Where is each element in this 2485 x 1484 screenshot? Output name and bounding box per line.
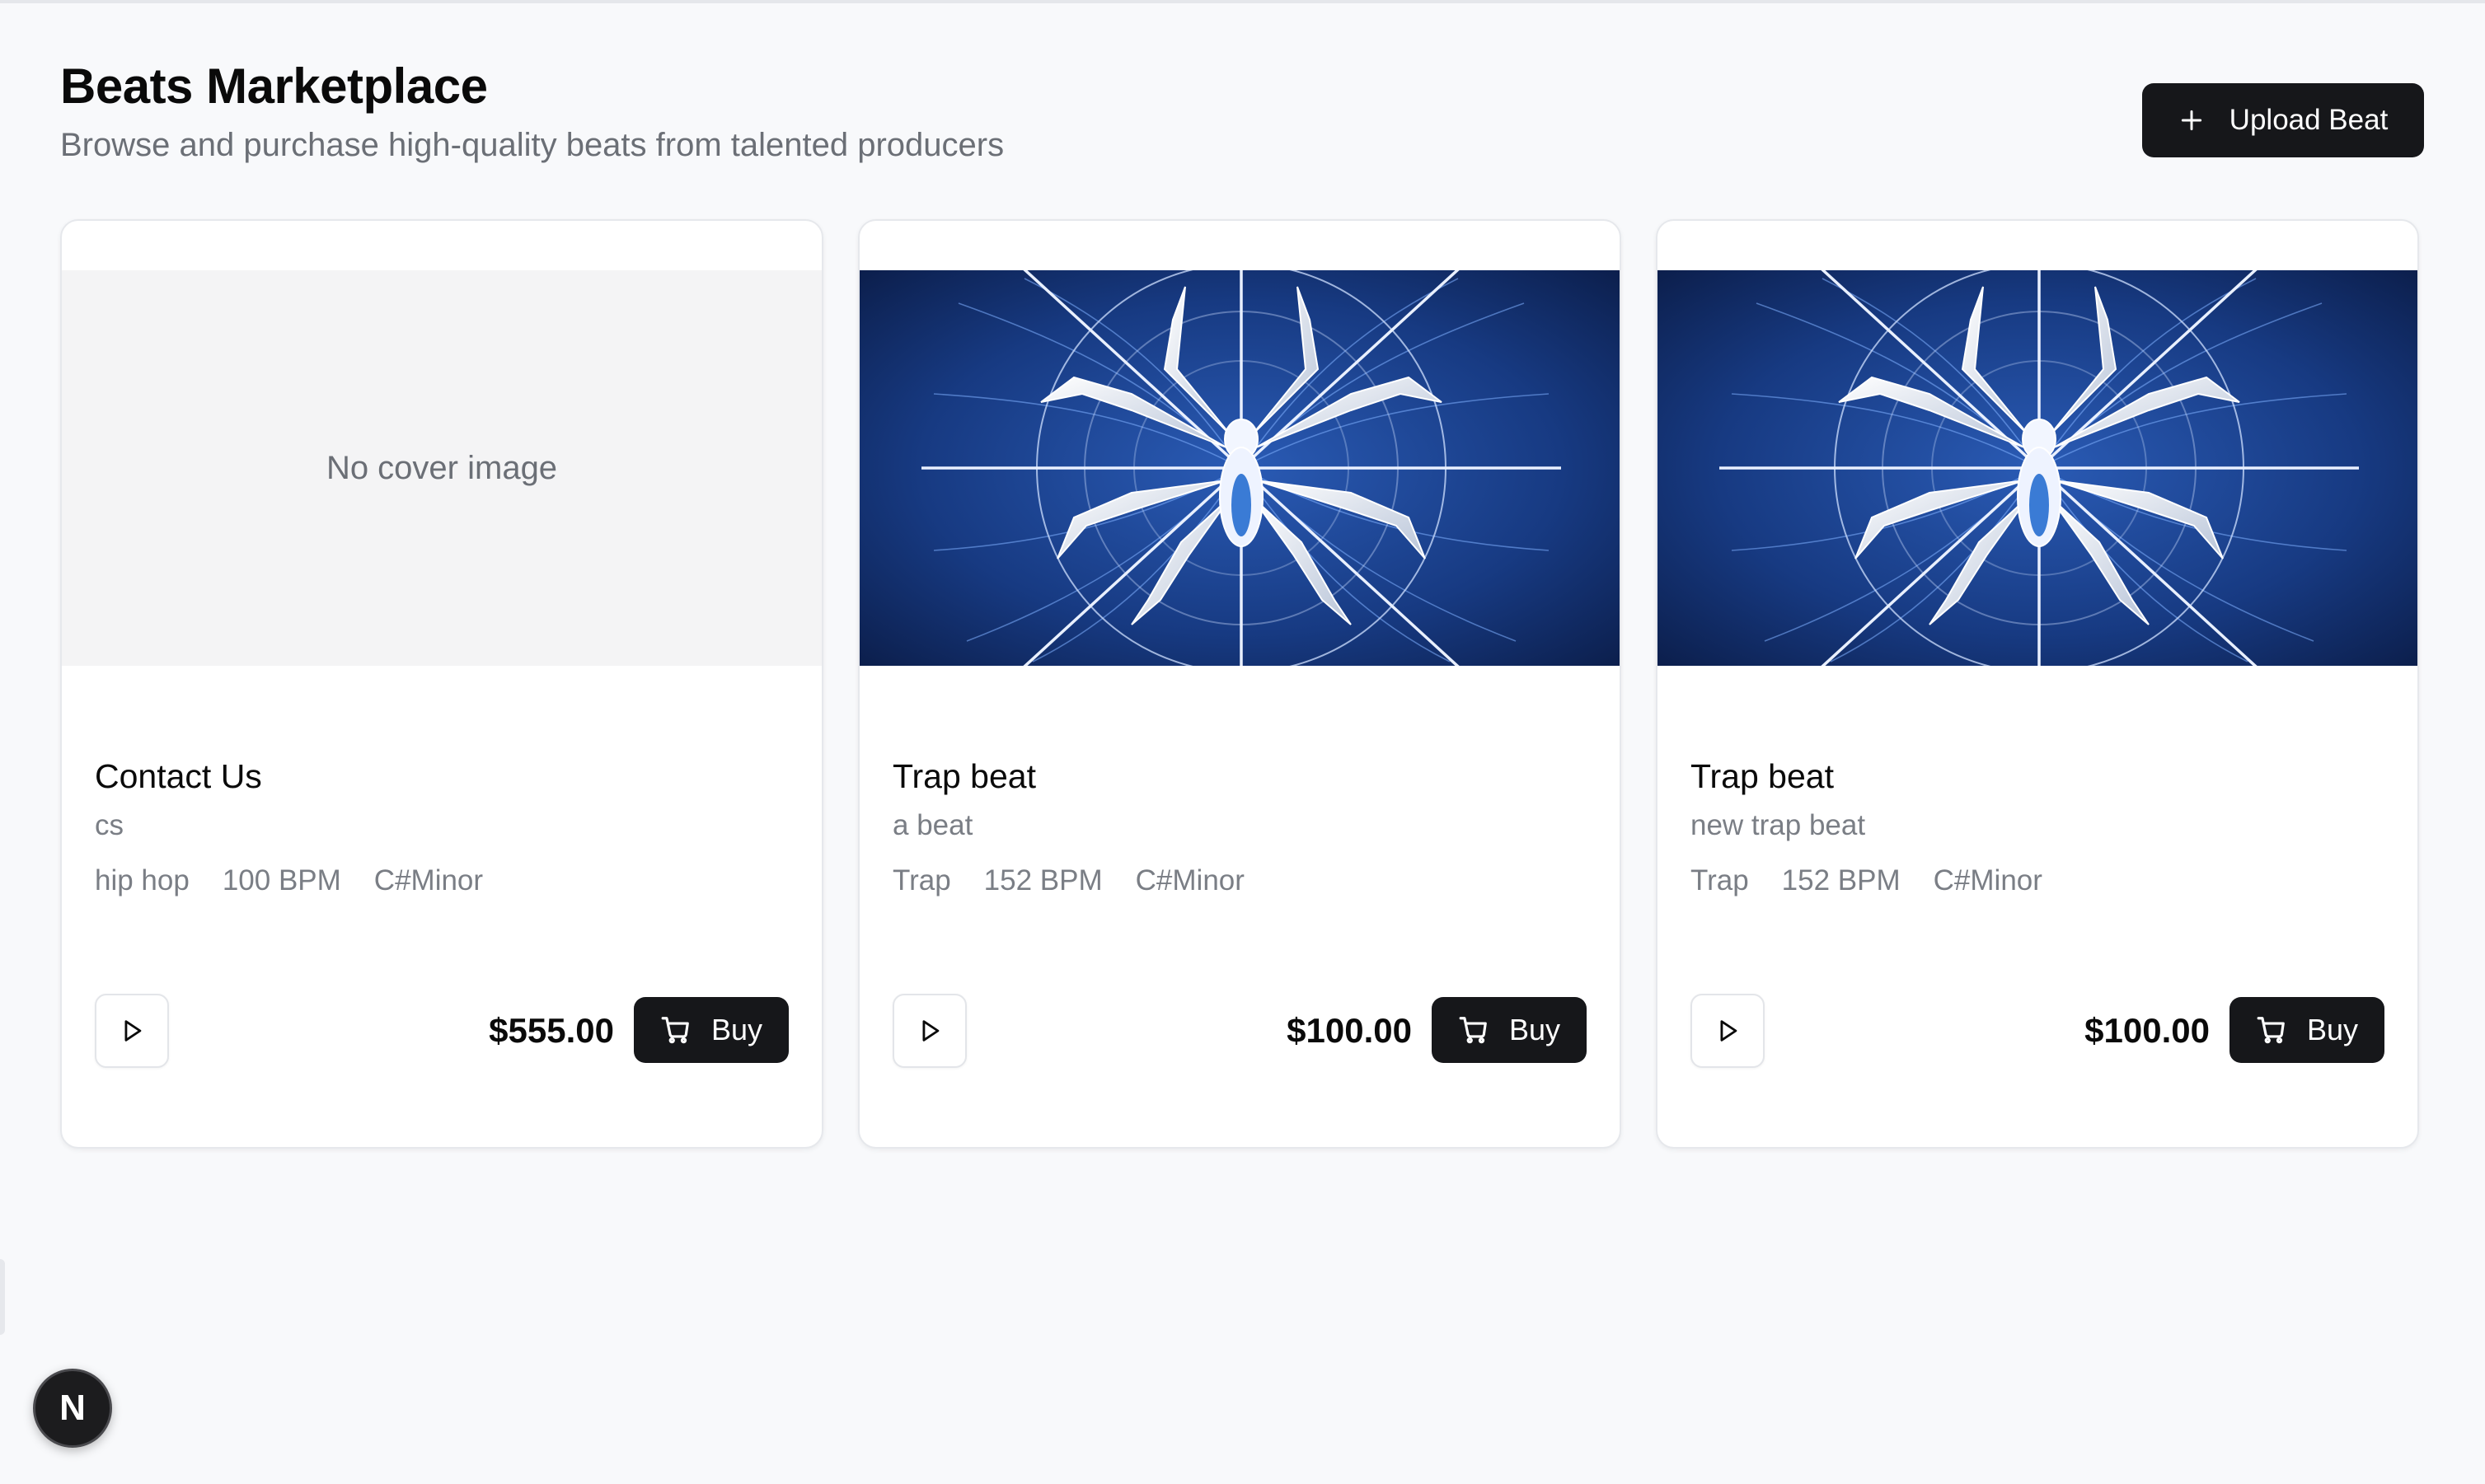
play-icon (1720, 1020, 1737, 1042)
cover-image (1657, 270, 2417, 666)
upload-beat-button[interactable]: Upload Beat (2142, 83, 2424, 157)
beat-bpm: 100 BPM (222, 864, 341, 897)
spider-web-artwork (1657, 270, 2417, 666)
cover-image (860, 270, 1620, 666)
card-body: Trap beat new trap beat Trap 152 BPM C#M… (1690, 756, 2384, 897)
beat-key: C#Minor (373, 864, 484, 897)
beat-title: Contact Us (95, 757, 262, 795)
buy-label: Buy (710, 1013, 763, 1046)
beat-price: $555.00 (489, 1011, 614, 1050)
beat-card: Trap beat new trap beat Trap 152 BPM C#M… (1656, 219, 2419, 1149)
beat-title: Trap beat (1690, 757, 1834, 795)
buy-button[interactable]: Buy (634, 997, 789, 1063)
beat-genre: hip hop (95, 864, 190, 897)
beat-bpm: 152 BPM (983, 864, 1103, 897)
spider-web-artwork (860, 270, 1620, 666)
play-button[interactable] (1690, 994, 1765, 1068)
play-icon (124, 1020, 142, 1042)
upload-beat-label: Upload Beat (2229, 104, 2389, 136)
page-subtitle: Browse and purchase high-quality beats f… (60, 127, 1005, 163)
beat-description: a beat (893, 809, 973, 842)
top-border (0, 0, 2485, 3)
beat-description: cs (95, 809, 124, 842)
play-icon (922, 1020, 940, 1042)
beat-key: C#Minor (1933, 864, 2042, 897)
beat-tags: Trap 152 BPM C#Minor (893, 864, 1587, 897)
shopping-cart-icon (1459, 1017, 1487, 1044)
play-button[interactable] (893, 994, 967, 1068)
beat-price: $100.00 (2084, 1011, 2210, 1050)
no-cover-text: No cover image (326, 449, 558, 486)
beat-tags: Trap 152 BPM C#Minor (1690, 864, 2384, 897)
buy-button[interactable]: Buy (1432, 997, 1587, 1063)
shopping-cart-icon (661, 1017, 689, 1044)
nextjs-logo-icon[interactable]: N (33, 1369, 112, 1448)
beat-description: new trap beat (1690, 809, 1866, 842)
shopping-cart-icon (2257, 1017, 2285, 1044)
buy-label: Buy (1508, 1013, 1561, 1046)
beat-tags: hip hop 100 BPM C#Minor (95, 864, 789, 897)
buy-button[interactable]: Buy (2229, 997, 2384, 1063)
page-header: Beats Marketplace Browse and purchase hi… (60, 54, 2424, 170)
dev-badge-letter: N (59, 1388, 86, 1428)
card-footer: $555.00 Buy (95, 994, 789, 1068)
beat-card: Trap beat a beat Trap 152 BPM C#Minor $1… (858, 219, 1621, 1149)
beat-genre: Trap (1690, 864, 1749, 897)
card-body: Trap beat a beat Trap 152 BPM C#Minor (893, 756, 1587, 897)
page-title: Beats Marketplace (60, 59, 488, 114)
buy-label: Buy (2306, 1013, 2359, 1046)
beat-genre: Trap (893, 864, 951, 897)
card-footer: $100.00 Buy (1690, 994, 2384, 1068)
cover-placeholder: No cover image (62, 270, 822, 666)
beat-title: Trap beat (893, 757, 1036, 795)
beats-grid: No cover image Contact Us cs hip hop 100… (60, 219, 2424, 1150)
beat-bpm: 152 BPM (1781, 864, 1901, 897)
side-panel-handle[interactable] (0, 1259, 5, 1335)
beat-card: No cover image Contact Us cs hip hop 100… (60, 219, 823, 1149)
play-button[interactable] (95, 994, 169, 1068)
plus-icon (2181, 110, 2201, 131)
card-footer: $100.00 Buy (893, 994, 1587, 1068)
card-body: Contact Us cs hip hop 100 BPM C#Minor (95, 756, 789, 897)
beat-key: C#Minor (1135, 864, 1245, 897)
beat-price: $100.00 (1287, 1011, 1412, 1050)
